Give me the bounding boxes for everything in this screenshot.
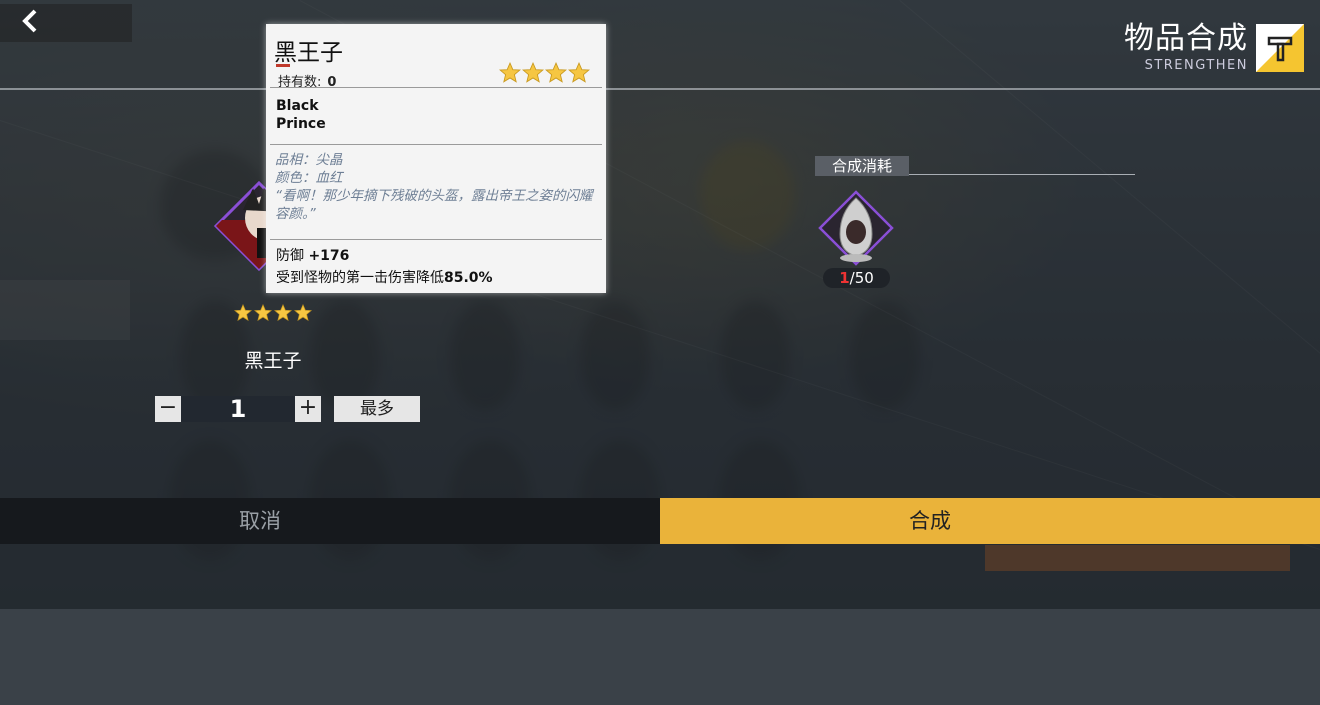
quantity-stepper: − 1 + 最多	[155, 396, 420, 422]
hammer-icon	[1256, 24, 1304, 72]
back-button[interactable]	[0, 4, 132, 42]
decrease-button[interactable]: −	[155, 396, 181, 422]
tooltip-stats: 防御 +176 受到怪物的第一击伤害降低85.0%	[276, 245, 493, 289]
consume-material-icon[interactable]	[818, 190, 894, 266]
consume-have: 1	[839, 269, 850, 287]
tooltip-divider	[270, 87, 602, 88]
tooltip-description: 品相：尖晶 颜色：血红 “看啊！那少年摘下残破的头盔，露出帝王之姿的闪耀容颜。”	[275, 151, 601, 223]
tooltip-quality: 品相：尖晶	[275, 152, 343, 168]
tooltip-divider	[270, 144, 602, 145]
stat-defense-label: 防御	[276, 248, 309, 264]
cancel-button[interactable]: 取消	[0, 498, 660, 544]
item-name: 黑王子	[244, 350, 302, 372]
tooltip-english-name: Black Prince	[276, 98, 326, 132]
star-icon	[568, 62, 590, 83]
max-button[interactable]: 最多	[334, 396, 420, 422]
stat-damage-reduction: 受到怪物的第一击伤害降低85.0%	[276, 267, 493, 289]
action-bar: 取消 合成	[0, 498, 1320, 544]
page-subtitle: STRENGTHEN	[1144, 58, 1248, 73]
stat-defense: 防御 +176	[276, 245, 493, 267]
star-icon	[545, 62, 567, 83]
star-icon	[294, 304, 312, 321]
consume-label: 合成消耗	[815, 156, 909, 176]
item-rarity-stars	[234, 304, 312, 322]
stat-damage-value: 85.0%	[444, 270, 493, 286]
chevron-left-icon	[20, 9, 40, 37]
tooltip-flavor: “看啊！那少年摘下残破的头盔，露出帝王之姿的闪耀容颜。”	[275, 188, 593, 222]
tooltip-rarity-stars	[499, 62, 590, 84]
star-icon	[522, 62, 544, 83]
consume-divider	[909, 174, 1135, 175]
header-divider	[0, 88, 1320, 90]
star-icon	[234, 304, 252, 321]
star-icon	[274, 304, 292, 321]
tooltip-item-name: 黑王子	[274, 40, 343, 66]
star-icon	[254, 304, 272, 321]
stat-damage-label: 受到怪物的第一击伤害降低	[276, 270, 444, 286]
star-icon	[499, 62, 521, 83]
item-tooltip: 黑王子 持有数: 0 Black Prince 品相：尖晶 颜色：血红 “看啊！那…	[266, 24, 606, 293]
tooltip-divider	[270, 239, 602, 240]
craft-button[interactable]: 合成	[660, 498, 1320, 544]
tooltip-name-underline	[276, 64, 290, 67]
quantity-value[interactable]: 1	[181, 396, 295, 422]
consume-count: 1/50	[823, 268, 890, 288]
page-title: 物品合成	[1124, 21, 1248, 56]
increase-button[interactable]: +	[295, 396, 321, 422]
page-title-block: 物品合成 STRENGTHEN	[1124, 21, 1248, 74]
tooltip-color: 颜色：血红	[275, 170, 343, 186]
consume-need: /50	[849, 269, 874, 287]
stat-defense-value: +176	[308, 248, 350, 264]
